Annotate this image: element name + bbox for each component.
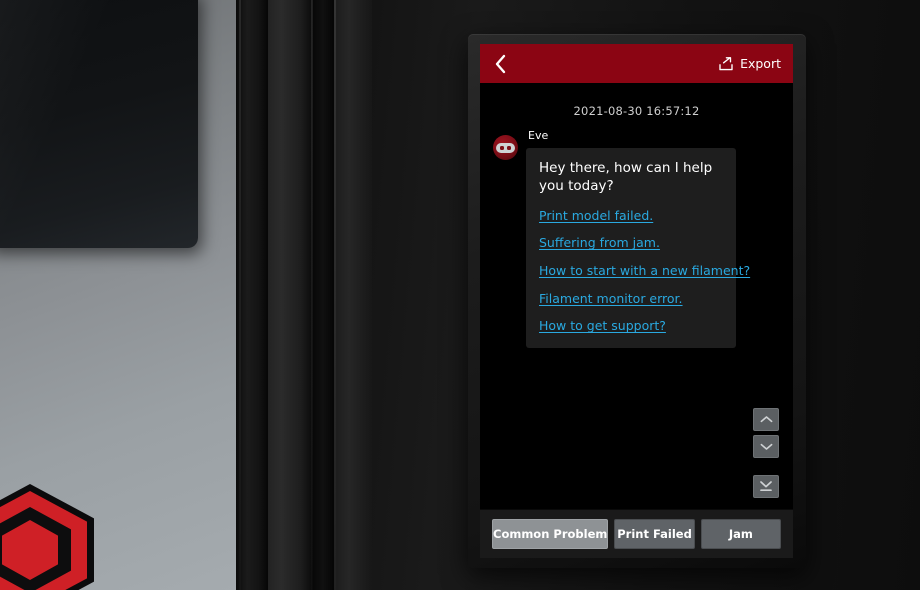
scroll-down-button[interactable]	[753, 435, 779, 458]
back-button[interactable]	[494, 51, 516, 77]
avatar-face	[496, 142, 515, 153]
message-text: Hey there, how can I help you today?	[539, 160, 713, 194]
chevron-left-icon	[495, 54, 506, 73]
suggestion-link-suffering-from-jam[interactable]: Suffering from jam.	[539, 235, 723, 251]
quick-reply-common-problem[interactable]: Common Problem	[492, 519, 609, 549]
chat-body: 2021-08-30 16:57:12 Eve Hey there, how c…	[480, 83, 793, 509]
printer-glass-window	[0, 0, 198, 248]
quick-reply-print-failed[interactable]: Print Failed	[614, 519, 695, 549]
avatar-eye-right	[507, 145, 511, 150]
printer-frame-column-b	[268, 0, 312, 590]
suggestion-link-new-filament[interactable]: How to start with a new filament?	[539, 263, 750, 279]
export-upload-icon	[719, 56, 733, 70]
chevron-up-icon	[760, 416, 772, 423]
robot-avatar-icon	[493, 135, 518, 160]
jump-to-bottom-button[interactable]	[753, 475, 779, 498]
export-button[interactable]: Export	[716, 53, 783, 75]
touchscreen: Export 2021-08-30 16:57:12 Eve Hey there…	[480, 44, 793, 558]
scroll-controls	[753, 408, 779, 498]
app-header: Export	[480, 44, 793, 83]
suggestion-link-filament-monitor-error[interactable]: Filament monitor error.	[539, 291, 723, 307]
avatar-eye-left	[500, 145, 504, 150]
printer-frame-column-d	[334, 0, 372, 590]
suggestion-link-print-model-failed[interactable]: Print model failed.	[539, 208, 723, 224]
printer-frame-column-c	[312, 0, 334, 590]
frame-seam-3	[334, 0, 336, 590]
message-bubble: Hey there, how can I help you today? Pri…	[526, 148, 750, 348]
quick-reply-jam[interactable]: Jam	[700, 519, 782, 549]
frame-seam-2	[311, 0, 313, 590]
message-timestamp: 2021-08-30 16:57:12	[573, 104, 700, 118]
export-label: Export	[740, 56, 781, 71]
chevron-down-bar-icon	[760, 481, 772, 492]
scroll-up-button[interactable]	[753, 408, 779, 431]
frame-seam-1	[239, 0, 241, 590]
chevron-down-icon	[760, 443, 772, 450]
suggestion-link-get-support[interactable]: How to get support?	[539, 318, 723, 334]
message-column: Eve Hey there, how can I help you today?…	[526, 129, 750, 348]
quick-reply-bar: Common Problem Print Failed Jam	[480, 509, 793, 558]
brand-logo-badge	[0, 484, 94, 590]
chat-message: Eve Hey there, how can I help you today?…	[480, 118, 793, 348]
sender-name: Eve	[528, 129, 549, 142]
printer-touchscreen-scene: Export 2021-08-30 16:57:12 Eve Hey there…	[0, 0, 920, 590]
